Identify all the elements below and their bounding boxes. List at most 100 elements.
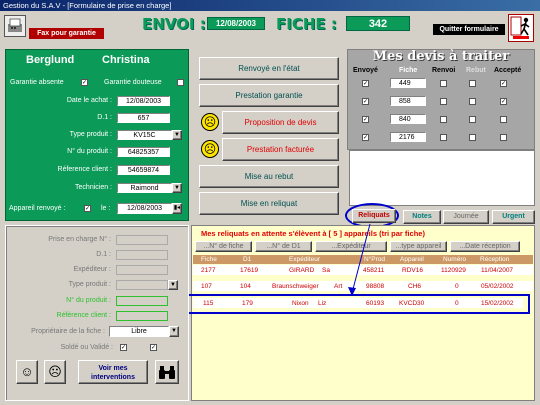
col-header-fiche: Fiche — [201, 256, 217, 263]
type-produit-label: Type produit : — [69, 131, 112, 138]
envoi-label: ENVOI : — [142, 15, 206, 33]
tab-notes[interactable]: Notes — [403, 210, 441, 224]
cell-expediteur: Nixon — [292, 300, 309, 307]
num-produit-field[interactable]: 64825357 — [117, 147, 170, 157]
devis-fiche-field[interactable]: 2176 — [390, 132, 426, 142]
tab-urgent[interactable]: Urgent — [492, 210, 535, 224]
lower-d1-field[interactable] — [116, 250, 168, 260]
type-produit-dropdown-icon[interactable]: ▼ — [172, 130, 182, 140]
mise-en-reliquat-button[interactable]: Mise en reliquat — [199, 192, 339, 215]
exit-door-icon[interactable] — [508, 14, 534, 42]
ref-client-field[interactable]: 54659874 — [117, 165, 170, 175]
calendar-icon[interactable]: ▮◂ — [172, 203, 182, 214]
tab-reliquats[interactable]: Reliquats — [352, 209, 396, 223]
prestation-garantie-button[interactable]: Prestation garantie — [199, 84, 339, 107]
lower-ref-client-field[interactable] — [116, 311, 168, 321]
devis-envoye-checkbox[interactable]: ✓ — [362, 116, 369, 123]
cell-nprod: 60193 — [366, 300, 385, 307]
technicien-select[interactable]: Raimond — [117, 183, 172, 193]
window-title-bar: Gestion du S.A.V - [Formulaire de prise … — [0, 0, 540, 11]
technicien-dropdown-icon[interactable]: ▼ — [172, 183, 182, 193]
devis-accepte-checkbox[interactable]: ✓ — [500, 98, 507, 105]
solde-checkbox[interactable]: ✓ — [120, 344, 127, 351]
lower-type-produit-dropdown-icon[interactable]: ▼ — [168, 280, 178, 290]
valide-checkbox[interactable]: ✓ — [150, 344, 157, 351]
sort-expediteur-button[interactable]: ...Expéditeur — [315, 241, 387, 252]
devis-envoye-checkbox[interactable]: ✓ — [362, 98, 369, 105]
cell-prenom: Liz — [318, 300, 327, 307]
fax-icon[interactable] — [4, 15, 26, 37]
lower-d1-label: D.1 : — [96, 251, 111, 258]
envoi-date: 12/08/2003 — [207, 17, 265, 30]
col-header-reception: Réception — [480, 256, 510, 263]
devis-rebut-checkbox[interactable] — [469, 98, 476, 105]
devis-renvoi-checkbox[interactable] — [440, 98, 447, 105]
cell-expediteur: GIRARD — [289, 267, 315, 274]
proposition-devis-button[interactable]: Proposition de devis — [222, 111, 339, 134]
d1-field[interactable]: 657 — [117, 113, 170, 123]
renvoi-date-field[interactable]: 12/08/2003 — [117, 203, 172, 214]
voir-mes-interventions-button[interactable]: Voir mes interventions — [78, 360, 148, 384]
sort-type-appareil-button[interactable]: ...type appareil — [390, 241, 447, 252]
appareil-renvoye-checkbox[interactable]: ✓ — [84, 205, 91, 212]
technicien-label: Technicien : — [75, 184, 112, 191]
garantie-douteuse-checkbox[interactable] — [177, 79, 184, 86]
proprietaire-dropdown-icon[interactable]: ▼ — [169, 326, 179, 337]
num-produit-label: N° du produit : — [67, 148, 112, 155]
renvoye-en-etat-button[interactable]: Renvoyé en l'état — [199, 57, 339, 80]
sort-fiche-button[interactable]: ...N° de fiche — [195, 241, 252, 252]
expediteur-label: Expéditeur : — [73, 266, 111, 273]
devis-envoye-checkbox[interactable]: ✓ — [362, 134, 369, 141]
le-label: le : — [101, 205, 111, 212]
cell-nprod: 98808 — [366, 283, 385, 290]
garantie-douteuse-label: Garantie douteuse — [104, 79, 162, 86]
tab-journee[interactable]: Journée — [443, 210, 489, 224]
header-bar: Fax pour garantie ENVOI : 12/08/2003 FIC… — [0, 11, 540, 48]
devis-accepte-checkbox[interactable] — [500, 134, 507, 141]
devis-renvoi-checkbox[interactable] — [440, 116, 447, 123]
lower-type-produit-label: Type produit : — [68, 281, 111, 288]
cell-d1: 104 — [240, 283, 251, 290]
quit-form-button[interactable]: Quitter formulaire — [433, 24, 505, 35]
lower-num-produit-field[interactable] — [116, 296, 168, 306]
cell-fiche: 2177 — [201, 267, 216, 274]
cell-reception: 11/04/2007 — [481, 267, 514, 274]
fax-garantie-button[interactable]: Fax pour garantie — [29, 28, 104, 39]
solde-valide-label: Soldé ou Validé : — [60, 344, 113, 351]
sort-d1-button[interactable]: ...N° de D1 — [255, 241, 312, 252]
devis-header-renvoi: Renvoi — [432, 67, 456, 74]
cell-numero: 0 — [455, 283, 459, 290]
happy-filter-button[interactable]: ☺ — [16, 360, 38, 384]
devis-fiche-field[interactable]: 449 — [390, 78, 426, 88]
devis-fiche-field[interactable]: 858 — [390, 96, 426, 106]
mise-au-rebut-button[interactable]: Mise au rebut — [199, 165, 339, 188]
prise-en-charge-field[interactable] — [116, 235, 168, 245]
devis-renvoi-checkbox[interactable] — [440, 80, 447, 87]
devis-envoye-checkbox[interactable]: ✓ — [362, 80, 369, 87]
cell-prenom: Art — [334, 283, 343, 290]
devis-accepte-checkbox[interactable]: ✓ — [500, 80, 507, 87]
devis-rebut-checkbox[interactable] — [469, 80, 476, 87]
garantie-absente-checkbox[interactable]: ✓ — [81, 79, 88, 86]
devis-fiche-field[interactable]: 840 — [390, 114, 426, 124]
garantie-absente-label: Garantie absente — [10, 79, 64, 86]
lower-type-produit-select[interactable] — [116, 280, 168, 290]
reliquats-title: Mes reliquats en attente s'élèvent à [ 5… — [201, 229, 425, 238]
d1-label: D.1 : — [97, 114, 112, 121]
appareil-renvoye-label: Appareil renvoyé : — [9, 205, 66, 212]
type-produit-select[interactable]: KV15C — [117, 130, 172, 140]
proprietaire-label: Propriétaire de la fiche : — [31, 328, 105, 335]
binoculars-icon — [159, 366, 175, 379]
date-achat-field[interactable]: 12/08/2003 — [117, 96, 170, 106]
binoculars-search-button[interactable] — [155, 360, 179, 384]
sad-filter-button[interactable]: ☹ — [44, 360, 66, 384]
sort-date-reception-button[interactable]: ...Date réception — [450, 241, 520, 252]
devis-rebut-checkbox[interactable] — [469, 134, 476, 141]
proprietaire-select[interactable]: Libre — [109, 326, 169, 337]
prestation-facturee-button[interactable]: Prestation facturée — [222, 138, 339, 161]
devis-rebut-checkbox[interactable] — [469, 116, 476, 123]
expediteur-field[interactable] — [116, 265, 168, 275]
devis-renvoi-checkbox[interactable] — [440, 134, 447, 141]
devis-accepte-checkbox[interactable] — [500, 116, 507, 123]
col-header-d1: D1 — [243, 256, 252, 263]
